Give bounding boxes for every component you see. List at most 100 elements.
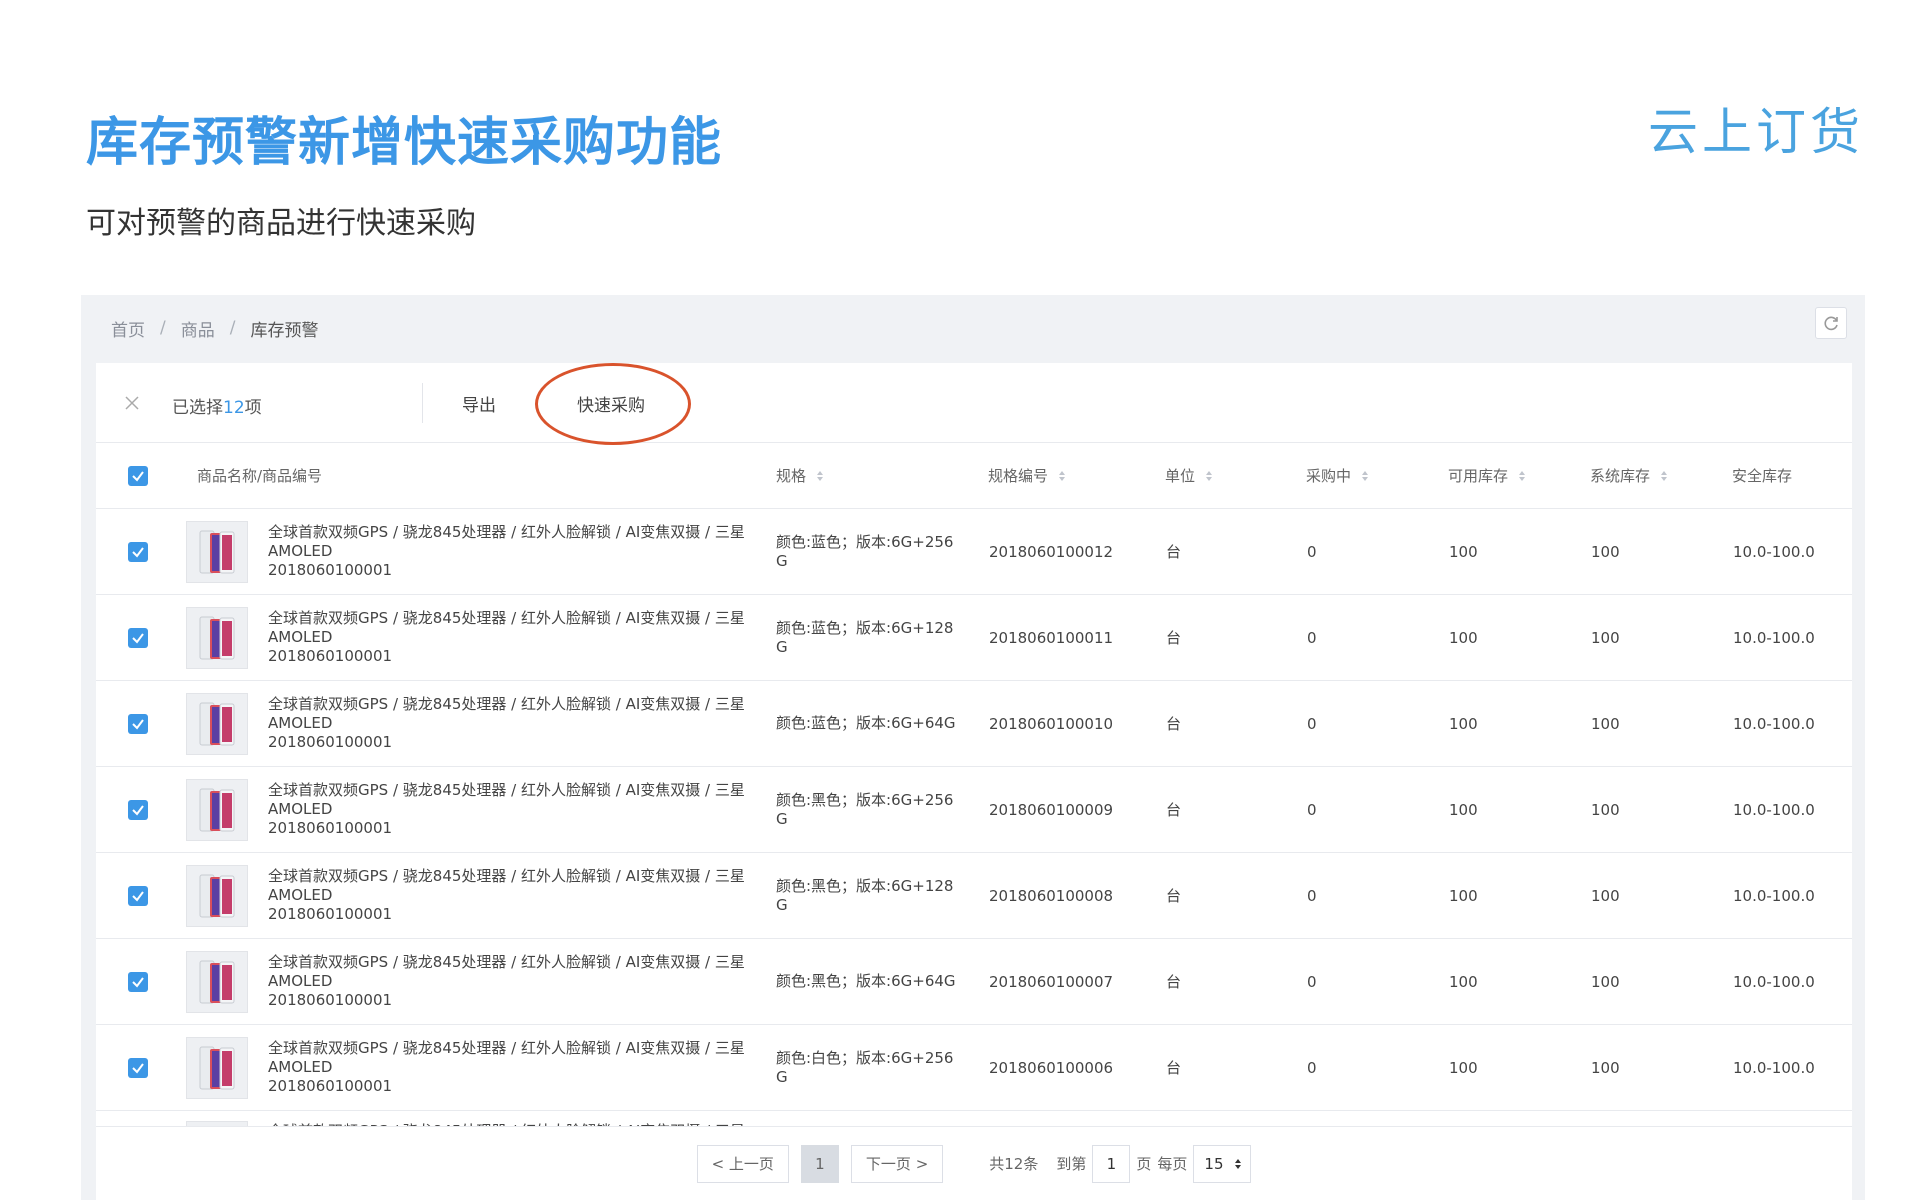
table-row[interactable]: 全球首款双频GPS / 骁龙845处理器 / 红外人脸解锁 / AI变焦双摄 /…: [96, 767, 1852, 853]
product-cell: 全球首款双频GPS / 骁龙845处理器 / 红外人脸解锁 / AI变焦双摄 /…: [268, 595, 745, 680]
cell-safety: 10.0-100.0: [1733, 542, 1815, 561]
header-spec[interactable]: 规格: [776, 443, 824, 508]
header-spec-code[interactable]: 规格编号: [988, 443, 1066, 508]
sort-icon[interactable]: [1205, 470, 1213, 482]
product-code: 2018060100001: [268, 1077, 393, 1095]
product-code: 2018060100001: [268, 819, 393, 837]
cell-available: 100: [1449, 1058, 1478, 1077]
per-page-label: 每页: [1157, 1155, 1188, 1173]
cell-spec-code: 2018060100008: [989, 886, 1114, 905]
next-page-button[interactable]: 下一页 >: [850, 1144, 944, 1183]
spec-cell: 颜色:白色；版本:6G+256 G: [776, 1025, 953, 1110]
select-all-checkbox[interactable]: [128, 465, 148, 486]
row-select-cell: [128, 853, 148, 938]
per-page-select[interactable]: 15: [1193, 1144, 1252, 1183]
table-row[interactable]: 全球首款双频GPS / 骁龙845处理器 / 红外人脸解锁 / AI变焦双摄 /…: [96, 939, 1852, 1025]
page-title: 库存预警新增快速采购功能: [86, 113, 723, 173]
selected-count: 12: [223, 398, 245, 418]
table-row[interactable]: 全球首款双频GPS / 骁龙845处理器 / 红外人脸解锁 / AI变焦双摄 /…: [96, 595, 1852, 681]
product-name-cont: AMOLED: [268, 800, 333, 818]
spec-value: 颜色:蓝色；版本:6G+256: [776, 532, 954, 551]
header-purchasing[interactable]: 采购中: [1306, 443, 1369, 508]
cell-safety: 10.0-100.0: [1733, 1058, 1815, 1077]
header-system[interactable]: 系统库存: [1590, 443, 1668, 508]
header-available[interactable]: 可用库存: [1448, 443, 1526, 508]
row-thumb-cell: [186, 595, 248, 680]
cell-system: 100: [1591, 886, 1620, 905]
export-button[interactable]: 导出: [462, 391, 496, 416]
product-thumbnail: [186, 950, 248, 1013]
goto-page-input[interactable]: [1092, 1144, 1131, 1183]
product-name: 全球首款双频GPS / 骁龙845处理器 / 红外人脸解锁 / AI变焦双摄 /…: [268, 953, 745, 971]
row-checkbox[interactable]: [128, 1057, 148, 1078]
close-icon[interactable]: [124, 395, 140, 411]
prev-page-button[interactable]: < 上一页: [696, 1144, 789, 1183]
table-row[interactable]: 全球首款双频GPS / 骁龙845处理器 / 红外人脸解锁 / AI变焦双摄 /…: [96, 681, 1852, 767]
cell-system: 100: [1591, 972, 1620, 991]
spec-value: 颜色:黑色；版本:6G+128: [776, 876, 954, 895]
stock-warning-table: 商品名称/商品编号 规格 规格编号 单位 采购中 可用库存 系统库存 安全库存 …: [96, 443, 1852, 1137]
phone-image-icon: [199, 616, 235, 659]
spec-value-cont: G: [776, 637, 788, 656]
cell-spec-code: 2018060100010: [989, 714, 1114, 733]
header-safety: 安全库存: [1732, 467, 1793, 485]
row-checkbox[interactable]: [128, 541, 148, 562]
spec-cell: 颜色:蓝色；版本:6G+256 G: [776, 509, 953, 594]
product-code: 2018060100001: [268, 561, 393, 579]
table-row[interactable]: 全球首款双频GPS / 骁龙845处理器 / 红外人脸解锁 / AI变焦双摄 /…: [96, 853, 1852, 939]
sort-icon[interactable]: [1518, 470, 1526, 482]
breadcrumb-home[interactable]: 首页: [111, 316, 145, 341]
sort-icon[interactable]: [816, 470, 824, 482]
cell-purchasing: 0: [1307, 714, 1317, 733]
phone-image-icon: [199, 874, 235, 917]
sort-icon[interactable]: [1058, 470, 1066, 482]
row-checkbox[interactable]: [128, 799, 148, 820]
cell-available: 100: [1449, 972, 1478, 991]
product-name-cont: AMOLED: [268, 886, 333, 904]
cell-purchasing: 0: [1307, 886, 1317, 905]
header-spec-code-label: 规格编号: [988, 467, 1049, 485]
cell-spec-code: 2018060100011: [989, 628, 1114, 647]
pagination: < 上一页 1 下一页 > 共12条 到第 页 每页 15: [96, 1126, 1852, 1200]
cell-available: 100: [1449, 886, 1478, 905]
check-icon: [132, 470, 144, 482]
refresh-icon: [1824, 316, 1838, 331]
product-name: 全球首款双频GPS / 骁龙845处理器 / 红外人脸解锁 / AI变焦双摄 /…: [268, 695, 745, 713]
row-checkbox[interactable]: [128, 885, 148, 906]
cell-system: 100: [1591, 714, 1620, 733]
header-unit[interactable]: 单位: [1165, 443, 1213, 508]
cell-purchasing: 0: [1307, 800, 1317, 819]
breadcrumb-separator: /: [229, 318, 236, 338]
row-checkbox[interactable]: [128, 713, 148, 734]
product-thumbnail: [186, 520, 248, 583]
product-cell: 全球首款双频GPS / 骁龙845处理器 / 红外人脸解锁 / AI变焦双摄 /…: [268, 939, 745, 1024]
breadcrumb-products[interactable]: 商品: [181, 316, 215, 341]
row-select-cell: [128, 595, 148, 680]
check-icon: [132, 718, 144, 730]
product-thumbnail: [186, 778, 248, 841]
cell-system: 100: [1591, 542, 1620, 561]
product-name: 全球首款双频GPS / 骁龙845处理器 / 红外人脸解锁 / AI变焦双摄 /…: [268, 609, 745, 627]
header-spec-label: 规格: [776, 467, 807, 485]
total-count: 共12条: [989, 1155, 1039, 1173]
refresh-button[interactable]: [1815, 307, 1847, 339]
selected-suffix: 项: [244, 398, 262, 418]
sort-icon[interactable]: [1660, 470, 1668, 482]
spec-value: 颜色:蓝色；版本:6G+64G: [776, 714, 956, 732]
row-checkbox[interactable]: [128, 971, 148, 992]
phone-image-icon: [199, 530, 235, 573]
row-checkbox[interactable]: [128, 627, 148, 648]
check-icon: [132, 632, 144, 644]
spec-value-cont: G: [776, 1067, 788, 1086]
spec-cell: 颜色:黑色；版本:6G+128 G: [776, 853, 953, 938]
spec-cell: 颜色:黑色；版本:6G+256 G: [776, 767, 953, 852]
sort-icon[interactable]: [1361, 470, 1369, 482]
cell-system: 100: [1591, 800, 1620, 819]
table-row[interactable]: 全球首款双频GPS / 骁龙845处理器 / 红外人脸解锁 / AI变焦双摄 /…: [96, 509, 1852, 595]
page-number-current[interactable]: 1: [800, 1144, 839, 1183]
product-code: 2018060100001: [268, 905, 393, 923]
cell-spec-code: 2018060100012: [989, 542, 1114, 561]
bulk-action-bar: 已选择12项 导出 快速采购: [96, 363, 1852, 445]
quick-purchase-button[interactable]: 快速采购: [577, 391, 645, 416]
table-row[interactable]: 全球首款双频GPS / 骁龙845处理器 / 红外人脸解锁 / AI变焦双摄 /…: [96, 1025, 1852, 1111]
